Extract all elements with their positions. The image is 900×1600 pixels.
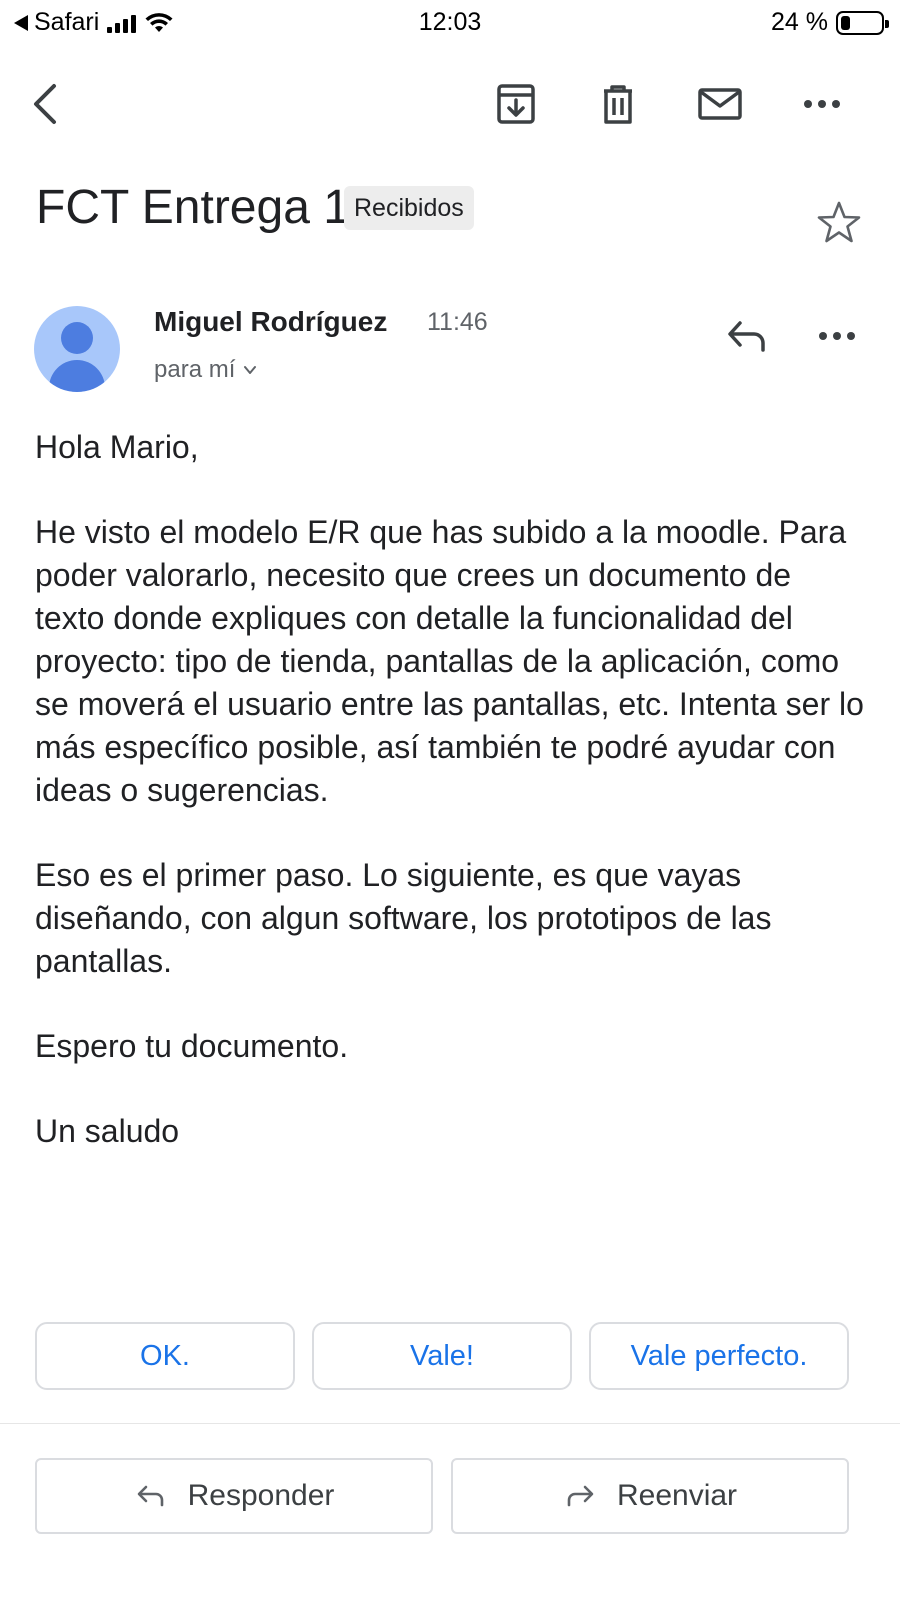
sender-header: Miguel Rodríguez 11:46 para mí (34, 306, 864, 406)
status-time: 12:03 (418, 8, 482, 36)
mail-toolbar (0, 60, 900, 148)
status-bar: Safari 12:03 24 % (0, 0, 900, 44)
body-signoff: Un saludo (35, 1113, 180, 1149)
smart-reply-chip[interactable]: Vale! (312, 1322, 572, 1390)
recipient-details[interactable]: para mí (154, 356, 257, 384)
recipient-label: para mí (154, 356, 236, 383)
reply-icon[interactable] (722, 310, 772, 360)
trash-icon (604, 85, 632, 124)
back-button[interactable] (20, 76, 76, 132)
mail-unread-icon (698, 88, 742, 120)
more-options-icon (804, 100, 840, 108)
subject-row: FCT Entrega 1 Recibidos (36, 178, 864, 243)
battery-percent: 24 % (771, 8, 828, 36)
chevron-down-icon (244, 366, 257, 374)
battery-level (841, 15, 851, 30)
avatar[interactable] (34, 306, 120, 392)
mark-unread-button[interactable] (692, 76, 748, 132)
reply-icon (137, 1485, 163, 1507)
delete-button[interactable] (590, 76, 646, 132)
more-options-button[interactable] (794, 76, 850, 132)
reply-button[interactable]: Responder (35, 1458, 433, 1534)
battery-icon (836, 10, 889, 35)
smart-reply-chip[interactable]: Vale perfecto. (589, 1322, 849, 1390)
forward-icon (567, 1485, 594, 1507)
divider (0, 1423, 900, 1424)
reply-label: Responder (187, 1479, 335, 1512)
smart-reply-chip[interactable]: OK. (35, 1322, 295, 1390)
avatar-person-icon (61, 322, 93, 354)
body-paragraph: He visto el modelo E/R que has subido a … (35, 514, 864, 808)
status-right: 24 % (771, 8, 889, 37)
body-paragraph: Eso es el primer paso. Lo siguiente, es … (35, 857, 772, 979)
archive-icon (497, 84, 535, 124)
smart-replies: OK. Vale! Vale perfecto. (35, 1322, 849, 1390)
sender-name[interactable]: Miguel Rodríguez (154, 306, 387, 338)
email-body: Hola Mario, He visto el modelo E/R que h… (35, 426, 865, 1195)
email-subject: FCT Entrega 1 (36, 181, 350, 234)
archive-button[interactable] (488, 76, 544, 132)
more-options-icon[interactable] (812, 310, 862, 360)
back-arrow-icon (34, 84, 56, 124)
label-chip[interactable]: Recibidos (344, 186, 474, 230)
star-icon[interactable] (814, 198, 864, 248)
email-time: 11:46 (427, 308, 488, 336)
body-greeting: Hola Mario, (35, 429, 199, 465)
body-paragraph: Espero tu documento. (35, 1028, 349, 1064)
forward-label: Reenviar (616, 1479, 738, 1512)
bottom-actions: Responder Reenviar (35, 1458, 849, 1534)
forward-button[interactable]: Reenviar (451, 1458, 849, 1534)
